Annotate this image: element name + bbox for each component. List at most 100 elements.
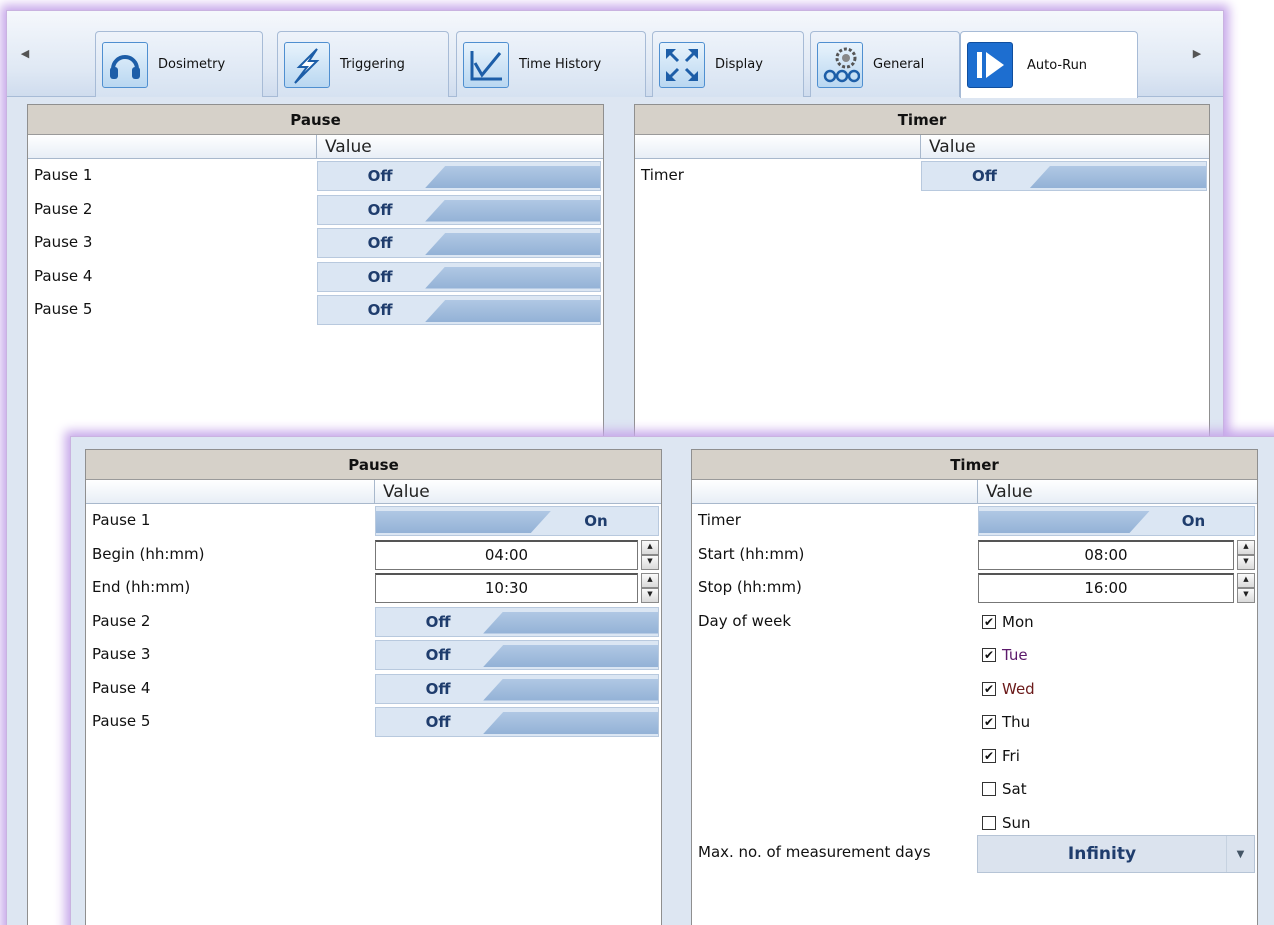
row-label: Day of week bbox=[698, 611, 792, 630]
day-checkbox-sat[interactable]: Sat bbox=[982, 780, 1027, 798]
tab-display[interactable]: Display bbox=[652, 31, 804, 97]
tab-scroll-right-icon[interactable]: ▶ bbox=[1189, 43, 1205, 65]
row-label: Timer bbox=[641, 166, 684, 184]
toggle-text: Off bbox=[367, 167, 393, 185]
checkmark-icon[interactable]: ✔ bbox=[982, 748, 996, 763]
begin-row: Begin (hh:mm) 04:00 ▲ ▼ bbox=[86, 538, 661, 572]
max-days-dropdown[interactable]: Infinity ▼ bbox=[977, 834, 1255, 873]
value-column-header: Value bbox=[920, 135, 1209, 158]
row-label: Start (hh:mm) bbox=[698, 544, 805, 563]
spin-up-icon[interactable]: ▲ bbox=[641, 539, 659, 555]
tab-time-history[interactable]: Time History bbox=[456, 31, 646, 97]
day-label: Mon bbox=[1002, 612, 1034, 631]
day-checkbox-tue[interactable]: ✔ Tue bbox=[982, 646, 1028, 664]
pause-toggle[interactable]: Off bbox=[375, 606, 659, 637]
row-label: Pause 4 bbox=[34, 266, 93, 285]
row-label: Pause 2 bbox=[92, 611, 151, 630]
timer-panel: Timer Value Timer On Start (hh:mm) 08:00… bbox=[691, 449, 1258, 925]
gears-icon bbox=[817, 41, 863, 88]
pause-row: Pause 3 Off bbox=[28, 226, 603, 260]
row-label: Begin (hh:mm) bbox=[92, 544, 205, 563]
pause-1-toggle[interactable]: On bbox=[375, 506, 659, 536]
end-time-field[interactable]: 10:30 bbox=[375, 573, 638, 603]
tab-scroll-left-icon[interactable]: ◀ bbox=[17, 43, 33, 65]
checkbox-empty-icon[interactable] bbox=[982, 815, 996, 830]
checkbox-empty-icon[interactable] bbox=[982, 782, 996, 796]
stop-time-field[interactable]: 16:00 bbox=[978, 573, 1234, 603]
row-label: End (hh:mm) bbox=[92, 578, 191, 596]
spin-up-icon[interactable]: ▲ bbox=[1237, 539, 1255, 555]
tab-dosimetry[interactable]: Dosimetry bbox=[95, 31, 263, 97]
day-checkbox-fri[interactable]: ✔ Fri bbox=[982, 747, 1020, 765]
day-checkbox-mon[interactable]: ✔ Mon bbox=[982, 613, 1034, 631]
row-label: Stop (hh:mm) bbox=[698, 578, 802, 596]
pause-toggle[interactable]: Off bbox=[317, 295, 601, 325]
value-column-header: Value bbox=[374, 480, 661, 503]
tab-label: General bbox=[873, 57, 925, 72]
panel-title: Timer bbox=[635, 105, 1209, 135]
tab-auto-run[interactable]: Auto-Run bbox=[960, 31, 1138, 98]
start-time-stepper[interactable]: 08:00 ▲ ▼ bbox=[978, 539, 1255, 570]
end-time-stepper[interactable]: 10:30 ▲ ▼ bbox=[375, 573, 659, 603]
stop-time-stepper[interactable]: 16:00 ▲ ▼ bbox=[978, 573, 1255, 603]
begin-time-field[interactable]: 04:00 bbox=[375, 539, 638, 570]
pause-row: Pause 5 Off bbox=[28, 293, 603, 327]
pause-toggle[interactable]: Off bbox=[317, 161, 601, 191]
max-days-row: Max. no. of measurement days Infinity ▼ bbox=[692, 834, 1257, 879]
tab-general[interactable]: General bbox=[810, 31, 960, 97]
row-label: Pause 3 bbox=[92, 645, 151, 663]
row-label: Pause 1 bbox=[34, 166, 93, 184]
row-label: Pause 1 bbox=[92, 511, 151, 529]
toggle-text: Off bbox=[425, 679, 451, 698]
toggle-text: Off bbox=[367, 234, 393, 252]
pause-toggle[interactable]: Off bbox=[317, 194, 601, 225]
tab-triggering[interactable]: Triggering bbox=[277, 31, 449, 97]
column-header: Value bbox=[86, 480, 661, 504]
pause-row: Pause 2 Off bbox=[86, 605, 661, 639]
play-icon bbox=[967, 42, 1013, 88]
pause-toggle[interactable]: Off bbox=[375, 673, 659, 704]
toggle-text: On bbox=[1181, 512, 1206, 530]
pause-toggle[interactable]: Off bbox=[317, 261, 601, 292]
checkmark-icon[interactable]: ✔ bbox=[982, 614, 996, 629]
timer-toggle[interactable]: On bbox=[978, 506, 1255, 536]
begin-time-stepper[interactable]: 04:00 ▲ ▼ bbox=[375, 539, 659, 570]
spin-down-icon[interactable]: ▼ bbox=[1237, 554, 1255, 570]
day-label: Tue bbox=[1002, 646, 1028, 664]
spin-down-icon[interactable]: ▼ bbox=[641, 588, 659, 603]
pause-row: Pause 4 Off bbox=[86, 672, 661, 706]
pause-row: Pause 3 Off bbox=[86, 638, 661, 672]
pause-toggle[interactable]: Off bbox=[375, 640, 659, 670]
pause-toggle[interactable]: Off bbox=[375, 707, 659, 737]
checkmark-icon[interactable]: ✔ bbox=[982, 681, 996, 696]
chevron-down-icon[interactable]: ▼ bbox=[1226, 835, 1254, 872]
spin-up-icon[interactable]: ▲ bbox=[1237, 573, 1255, 588]
row-label: Pause 4 bbox=[92, 678, 151, 697]
day-of-week-row: Day of week ✔ Mon ✔ Tue ✔ Wed ✔ Thu ✔ Fri Sat Sun bbox=[692, 605, 1257, 839]
row-label: Pause 3 bbox=[34, 233, 93, 251]
row-label: Pause 5 bbox=[92, 712, 151, 730]
spin-down-icon[interactable]: ▼ bbox=[1237, 588, 1255, 603]
panel-title: Pause bbox=[86, 450, 661, 480]
tab-label: Time History bbox=[519, 57, 602, 72]
timer-toggle[interactable]: Off bbox=[921, 161, 1207, 191]
day-checkbox-thu[interactable]: ✔ Thu bbox=[982, 713, 1030, 731]
day-label: Wed bbox=[1002, 679, 1035, 698]
column-header: Value bbox=[635, 135, 1209, 159]
tab-strip: ◀ Dosimetry Triggering Time History Disp… bbox=[7, 11, 1223, 98]
value-column-header: Value bbox=[316, 135, 603, 158]
pause-toggle[interactable]: Off bbox=[317, 228, 601, 258]
tab-label: Display bbox=[715, 57, 763, 72]
day-checkbox-sun[interactable]: Sun bbox=[982, 814, 1031, 832]
day-checkbox-wed[interactable]: ✔ Wed bbox=[982, 680, 1035, 698]
start-time-field[interactable]: 08:00 bbox=[978, 539, 1234, 570]
checkmark-icon[interactable]: ✔ bbox=[982, 715, 996, 729]
timer-row: Timer On bbox=[692, 504, 1257, 538]
checkmark-icon[interactable]: ✔ bbox=[982, 648, 996, 662]
spin-up-icon[interactable]: ▲ bbox=[641, 573, 659, 588]
toggle-text: Off bbox=[367, 267, 393, 286]
lightning-icon bbox=[284, 41, 330, 88]
spin-down-icon[interactable]: ▼ bbox=[641, 554, 659, 570]
tab-label: Auto-Run bbox=[1027, 57, 1088, 73]
tab-label: Dosimetry bbox=[158, 57, 226, 72]
